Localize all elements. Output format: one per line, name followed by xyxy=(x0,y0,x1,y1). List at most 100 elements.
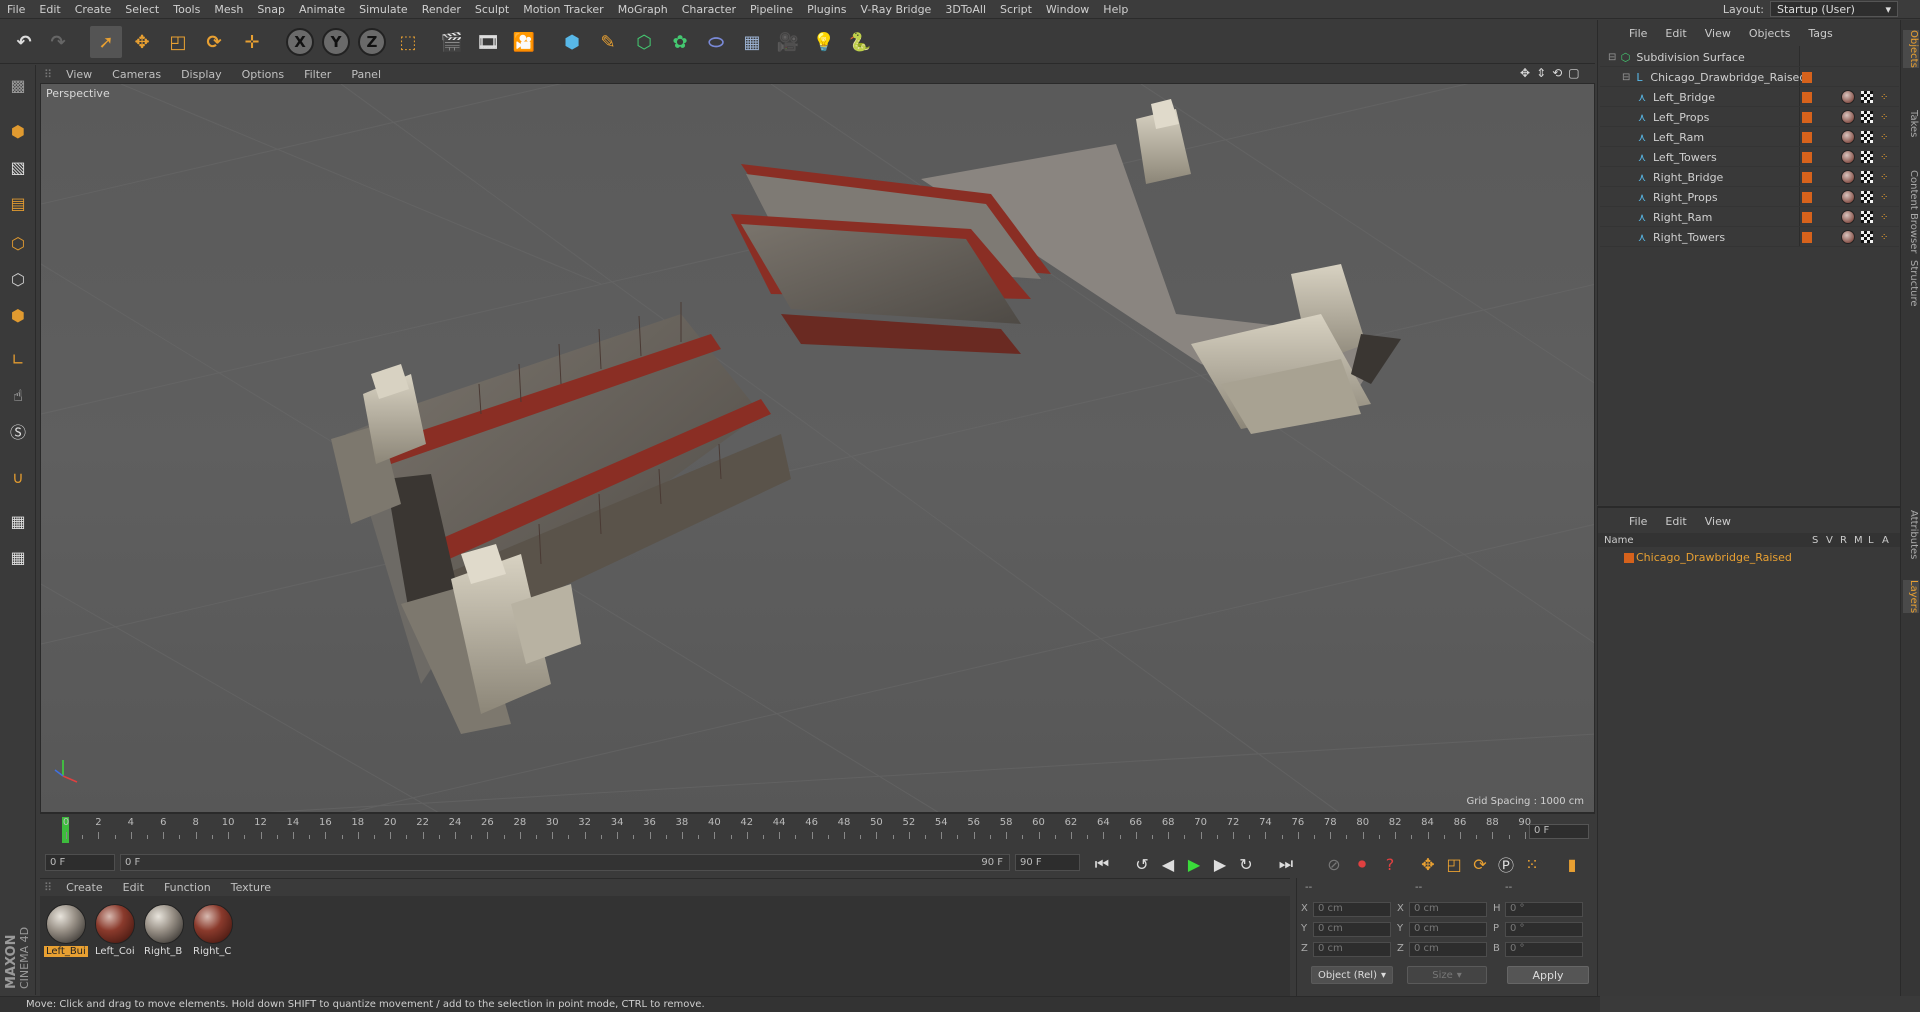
coord-value-field[interactable]: 0 cm xyxy=(1409,942,1487,957)
material-menu-texture[interactable]: Texture xyxy=(221,881,281,894)
texture-checker-icon[interactable] xyxy=(1861,131,1873,143)
texture-checker-icon[interactable] xyxy=(1861,111,1873,123)
next-frame-icon[interactable]: ▶ xyxy=(1208,852,1232,876)
redo-icon[interactable]: ↷ xyxy=(42,26,74,58)
cube-primitive-icon[interactable]: ⬢ xyxy=(556,26,588,58)
previous-frame-icon[interactable]: ◀ xyxy=(1156,852,1180,876)
layout-dropdown[interactable]: Startup (User) ▾ xyxy=(1770,1,1898,17)
menu-mograph[interactable]: MoGraph xyxy=(611,3,675,16)
menu-motion-tracker[interactable]: Motion Tracker xyxy=(516,3,610,16)
selection-tag-icon[interactable]: ⁘ xyxy=(1880,92,1888,103)
texture-mode-icon[interactable]: ▧ xyxy=(4,153,32,181)
layer-menu-view[interactable]: View xyxy=(1696,515,1740,528)
cloner-icon[interactable]: ✿ xyxy=(664,26,696,58)
edge-tab-layers[interactable]: Layers xyxy=(1903,580,1919,614)
keyframe-selection-icon[interactable]: ? xyxy=(1378,852,1402,876)
move-tool-icon[interactable]: ✥ xyxy=(126,26,158,58)
layer-color-tag[interactable] xyxy=(1802,191,1812,203)
coord-value-field[interactable]: 0 cm xyxy=(1313,902,1391,917)
object-row-left-towers[interactable]: ⋏ Left_Towers ⁘ xyxy=(1600,148,1899,167)
layer-menu-file[interactable]: File xyxy=(1620,515,1656,528)
menu-pipeline[interactable]: Pipeline xyxy=(743,3,800,16)
coord-value-field[interactable]: 0 cm xyxy=(1313,942,1391,957)
material-tag-icon[interactable] xyxy=(1841,90,1855,104)
deformer-icon[interactable]: ⬭ xyxy=(700,26,732,58)
solo-icon[interactable]: Ⓢ xyxy=(4,417,32,445)
planar-workplane-icon[interactable]: ▦ xyxy=(4,543,32,571)
material-tag-icon[interactable] xyxy=(1841,110,1855,124)
coord-value-field[interactable]: 0 ° xyxy=(1505,922,1583,937)
coord-value-field[interactable]: 0 ° xyxy=(1505,902,1583,917)
menu-render[interactable]: Render xyxy=(415,3,468,16)
menu-plugins[interactable]: Plugins xyxy=(800,3,853,16)
coord-value-field[interactable]: 0 cm xyxy=(1313,922,1391,937)
viewport-menu-options[interactable]: Options xyxy=(232,68,294,81)
material-tag-icon[interactable] xyxy=(1841,210,1855,224)
coord-value-field[interactable]: 0 cm xyxy=(1409,922,1487,937)
menu-mesh[interactable]: Mesh xyxy=(207,3,250,16)
go-to-end-icon[interactable]: ⏭ xyxy=(1274,852,1298,876)
render-settings-icon[interactable]: 🎦 xyxy=(508,26,540,58)
layer-row[interactable]: Chicago_Drawbridge_Raised xyxy=(1598,549,1901,566)
menu-sculpt[interactable]: Sculpt xyxy=(468,3,516,16)
tweak-mode-icon[interactable]: ☝ xyxy=(4,381,32,409)
start-frame-field[interactable]: 0 F xyxy=(45,854,115,871)
layer-color-tag[interactable] xyxy=(1802,211,1812,223)
render-picture-viewer-icon[interactable]: 🎞 xyxy=(472,26,504,58)
menu-tools[interactable]: Tools xyxy=(166,3,207,16)
go-to-start-icon[interactable]: ⏮ xyxy=(1090,852,1114,876)
viewport-menu-cameras[interactable]: Cameras xyxy=(102,68,171,81)
camera-icon[interactable]: 🎥 xyxy=(772,26,804,58)
object-menu-file[interactable]: File xyxy=(1620,27,1656,40)
model-mode-icon[interactable]: ⬢ xyxy=(4,117,32,145)
viewport-menu-display[interactable]: Display xyxy=(171,68,232,81)
material-tag-icon[interactable] xyxy=(1841,150,1855,164)
menu-script[interactable]: Script xyxy=(993,3,1039,16)
menu-snap[interactable]: Snap xyxy=(250,3,292,16)
workplane-icon[interactable]: ▤ xyxy=(4,189,32,217)
key-scale-icon[interactable]: ◰ xyxy=(1442,852,1466,876)
next-key-icon[interactable]: ↻ xyxy=(1234,852,1258,876)
menu-3dtoall[interactable]: 3DToAll xyxy=(938,3,993,16)
coordinate-mode-select[interactable]: Object (Rel) ▾ xyxy=(1311,966,1393,984)
menu-edit[interactable]: Edit xyxy=(32,3,67,16)
selection-tag-icon[interactable]: ⁘ xyxy=(1880,232,1888,243)
layer-color-tag[interactable] xyxy=(1802,171,1812,183)
z-axis-lock-button[interactable]: Z xyxy=(356,26,388,58)
material-menu-function[interactable]: Function xyxy=(154,881,221,894)
material-swatch[interactable]: Right_B xyxy=(142,902,186,966)
edge-tab-takes[interactable]: Takes xyxy=(1903,110,1919,137)
layer-color-tag[interactable] xyxy=(1802,91,1812,103)
edge-tab-attributes[interactable]: Attributes xyxy=(1903,510,1919,559)
collapse-icon[interactable]: ⊟ xyxy=(1622,72,1630,83)
size-mode-select[interactable]: Size ▾ xyxy=(1407,966,1487,984)
menu-v-ray-bridge[interactable]: V-Ray Bridge xyxy=(853,3,938,16)
viewport-menu-filter[interactable]: Filter xyxy=(294,68,341,81)
selection-tag-icon[interactable]: ⁘ xyxy=(1880,212,1888,223)
lock-workplane-icon[interactable]: ▦ xyxy=(4,507,32,535)
layer-color-tag[interactable] xyxy=(1802,111,1812,123)
timeline-ruler[interactable]: 0 2 4 6 8 10 12 14 16 18 20 22 24 26 28 30 32 34 36 38 40 42 4… xyxy=(54,817,1531,843)
orbit-icon[interactable]: ⟲ xyxy=(1552,66,1562,80)
object-row-chicago-drawbridge-raised[interactable]: ⊟ L Chicago_Drawbridge_Raised xyxy=(1600,68,1899,87)
menu-simulate[interactable]: Simulate xyxy=(352,3,415,16)
points-mode-icon[interactable]: ⬡ xyxy=(4,229,32,257)
material-tag-icon[interactable] xyxy=(1841,230,1855,244)
object-row-left-bridge[interactable]: ⋏ Left_Bridge ⁘ xyxy=(1600,88,1899,107)
key-rotation-icon[interactable]: ⟳ xyxy=(1468,852,1492,876)
subdivision-surface-icon[interactable]: ⬡ xyxy=(628,26,660,58)
texture-checker-icon[interactable] xyxy=(1861,91,1873,103)
previous-key-icon[interactable]: ↺ xyxy=(1130,852,1154,876)
object-menu-view[interactable]: View xyxy=(1696,27,1740,40)
menu-help[interactable]: Help xyxy=(1096,3,1135,16)
make-editable-icon[interactable]: ▩ xyxy=(4,71,32,99)
edge-tab-structure[interactable]: Structure xyxy=(1903,260,1919,307)
select-tool-icon[interactable]: ➚ xyxy=(90,26,122,58)
object-row-left-props[interactable]: ⋏ Left_Props ⁘ xyxy=(1600,108,1899,127)
layer-color-tag[interactable] xyxy=(1802,151,1812,163)
undo-icon[interactable]: ↶ xyxy=(8,26,40,58)
material-swatch[interactable]: Right_C xyxy=(191,902,235,966)
rotate-tool-icon[interactable]: ⟳ xyxy=(198,26,230,58)
apply-button[interactable]: Apply xyxy=(1507,966,1589,984)
material-tag-icon[interactable] xyxy=(1841,130,1855,144)
